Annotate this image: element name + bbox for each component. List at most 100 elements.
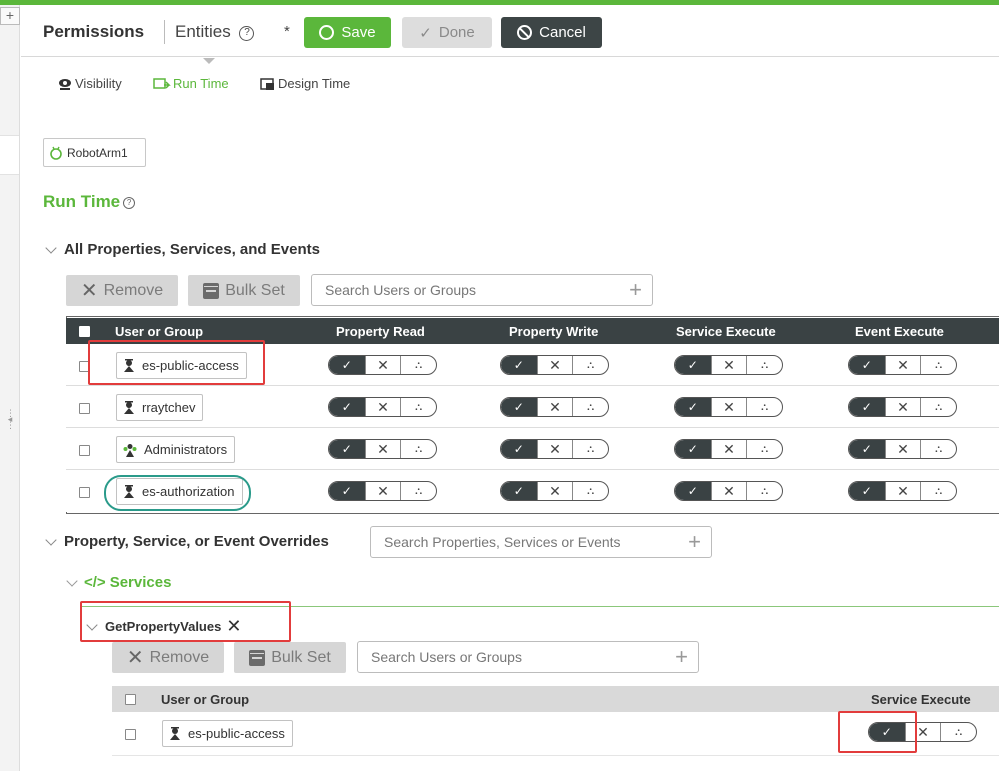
allow-icon[interactable]: ✓ [329,440,365,458]
allow-icon[interactable]: ✓ [329,398,365,416]
override-search-input[interactable]: Search Properties, Services or Events + [370,526,712,558]
override-table-header: User or Group Service Execute [112,686,999,712]
inherit-icon[interactable]: ⛬ [746,482,782,500]
property-read-toggle[interactable]: ✓ ✕ ⛬ [328,439,437,459]
save-button[interactable]: Save [304,17,391,48]
entity-chip[interactable]: RobotArm1 [43,138,146,167]
inherit-icon[interactable]: ⛬ [400,356,436,374]
select-all-checkbox[interactable] [125,694,136,705]
inherit-icon[interactable]: ⛬ [746,356,782,374]
allow-icon[interactable]: ✓ [675,398,711,416]
property-read-toggle[interactable]: ✓ ✕ ⛬ [328,355,437,375]
cancel-button[interactable]: Cancel [501,17,602,48]
deny-icon[interactable]: ✕ [536,398,573,416]
user-name: es-public-access [188,726,285,741]
event-execute-toggle[interactable]: ✓ ✕ ⛬ [848,481,957,501]
overrides-section-toggle[interactable]: Property, Service, or Event Overrides [45,533,329,550]
add-icon[interactable]: + [629,279,642,301]
event-execute-toggle[interactable]: ✓ ✕ ⛬ [848,439,957,459]
allow-icon[interactable]: ✓ [501,356,537,374]
property-write-toggle[interactable]: ✓ ✕ ⛬ [500,439,609,459]
deny-icon[interactable]: ✕ [364,398,401,416]
event-execute-toggle[interactable]: ✓ ✕ ⛬ [848,355,957,375]
deny-icon[interactable]: ✕ [884,398,921,416]
property-write-toggle[interactable]: ✓ ✕ ⛬ [500,481,609,501]
service-execute-toggle[interactable]: ✓ ✕ ⛬ [674,397,783,417]
inherit-icon[interactable]: ⛬ [940,723,976,741]
allow-icon[interactable]: ✓ [329,482,365,500]
panel-resize-handle[interactable]: ⋮ ◂ ⋮ [6,409,15,430]
tab-design-time[interactable]: Design Time [260,76,350,91]
row-checkbox[interactable] [79,487,90,498]
all-section-toggle[interactable]: All Properties, Services, and Events [45,241,320,258]
user-chip[interactable]: es-public-access [162,720,293,747]
remove-button[interactable]: ✕ Remove [112,642,224,673]
inherit-icon[interactable]: ⛬ [746,440,782,458]
remove-button[interactable]: ✕ Remove [66,275,178,306]
allow-icon[interactable]: ✓ [501,398,537,416]
deny-icon[interactable]: ✕ [710,398,747,416]
add-icon[interactable]: + [688,531,701,553]
inherit-icon[interactable]: ⛬ [400,482,436,500]
inherit-icon[interactable]: ⛬ [400,440,436,458]
deny-icon[interactable]: ✕ [536,482,573,500]
row-checkbox[interactable] [79,403,90,414]
deny-icon[interactable]: ✕ [364,482,401,500]
row-checkbox[interactable] [125,729,136,740]
service-execute-toggle[interactable]: ✓ ✕ ⛬ [674,355,783,375]
service-execute-toggle[interactable]: ✓ ✕ ⛬ [674,481,783,501]
deny-icon[interactable]: ✕ [364,440,401,458]
deny-icon[interactable]: ✕ [710,482,747,500]
inherit-icon[interactable]: ⛬ [920,440,956,458]
event-execute-toggle[interactable]: ✓ ✕ ⛬ [848,397,957,417]
allow-icon[interactable]: ✓ [849,482,885,500]
allow-icon[interactable]: ✓ [675,440,711,458]
services-group-toggle[interactable]: </> Services [66,574,171,591]
property-read-toggle[interactable]: ✓ ✕ ⛬ [328,481,437,501]
inherit-icon[interactable]: ⛬ [920,398,956,416]
user-search-input[interactable]: Search Users or Groups + [357,641,699,673]
bulk-set-button[interactable]: Bulk Set [188,275,300,306]
inherit-icon[interactable]: ⛬ [920,356,956,374]
add-tab-icon[interactable]: + [0,7,20,25]
allow-icon[interactable]: ✓ [329,356,365,374]
deny-icon[interactable]: ✕ [536,356,573,374]
deny-icon[interactable]: ✕ [710,356,747,374]
allow-icon[interactable]: ✓ [675,356,711,374]
property-write-toggle[interactable]: ✓ ✕ ⛬ [500,355,609,375]
row-checkbox[interactable] [79,445,90,456]
allow-icon[interactable]: ✓ [849,356,885,374]
property-write-toggle[interactable]: ✓ ✕ ⛬ [500,397,609,417]
allow-icon[interactable]: ✓ [675,482,711,500]
inherit-icon[interactable]: ⛬ [572,356,608,374]
add-icon[interactable]: + [675,646,688,668]
help-icon[interactable]: ? [123,197,136,209]
allow-icon[interactable]: ✓ [849,398,885,416]
inherit-icon[interactable]: ⛬ [572,398,608,416]
bulk-set-button[interactable]: Bulk Set [234,642,346,673]
inherit-icon[interactable]: ⛬ [920,482,956,500]
inherit-icon[interactable]: ⛬ [572,440,608,458]
property-read-toggle[interactable]: ✓ ✕ ⛬ [328,397,437,417]
deny-icon[interactable]: ✕ [884,482,921,500]
allow-icon[interactable]: ✓ [501,482,537,500]
deny-icon[interactable]: ✕ [884,440,921,458]
tab-run-time[interactable]: Run Time [153,76,229,91]
help-icon[interactable]: ? [239,26,255,41]
user-search-input[interactable]: Search Users or Groups + [311,274,653,306]
select-all-checkbox[interactable] [79,326,90,337]
deny-icon[interactable]: ✕ [364,356,401,374]
inherit-icon[interactable]: ⛬ [572,482,608,500]
deny-icon[interactable]: ✕ [710,440,747,458]
tab-visibility[interactable]: Visibility [57,76,122,91]
inherit-icon[interactable]: ⛬ [746,398,782,416]
allow-icon[interactable]: ✓ [849,440,885,458]
deny-icon[interactable]: ✕ [884,356,921,374]
user-chip[interactable]: rraytchev [116,394,204,421]
service-execute-toggle[interactable]: ✓ ✕ ⛬ [674,439,783,459]
group-chip[interactable]: Administrators [116,436,236,463]
deny-icon[interactable]: ✕ [536,440,573,458]
allow-icon[interactable]: ✓ [501,440,537,458]
done-button[interactable]: ✓ Done [402,17,492,48]
inherit-icon[interactable]: ⛬ [400,398,436,416]
